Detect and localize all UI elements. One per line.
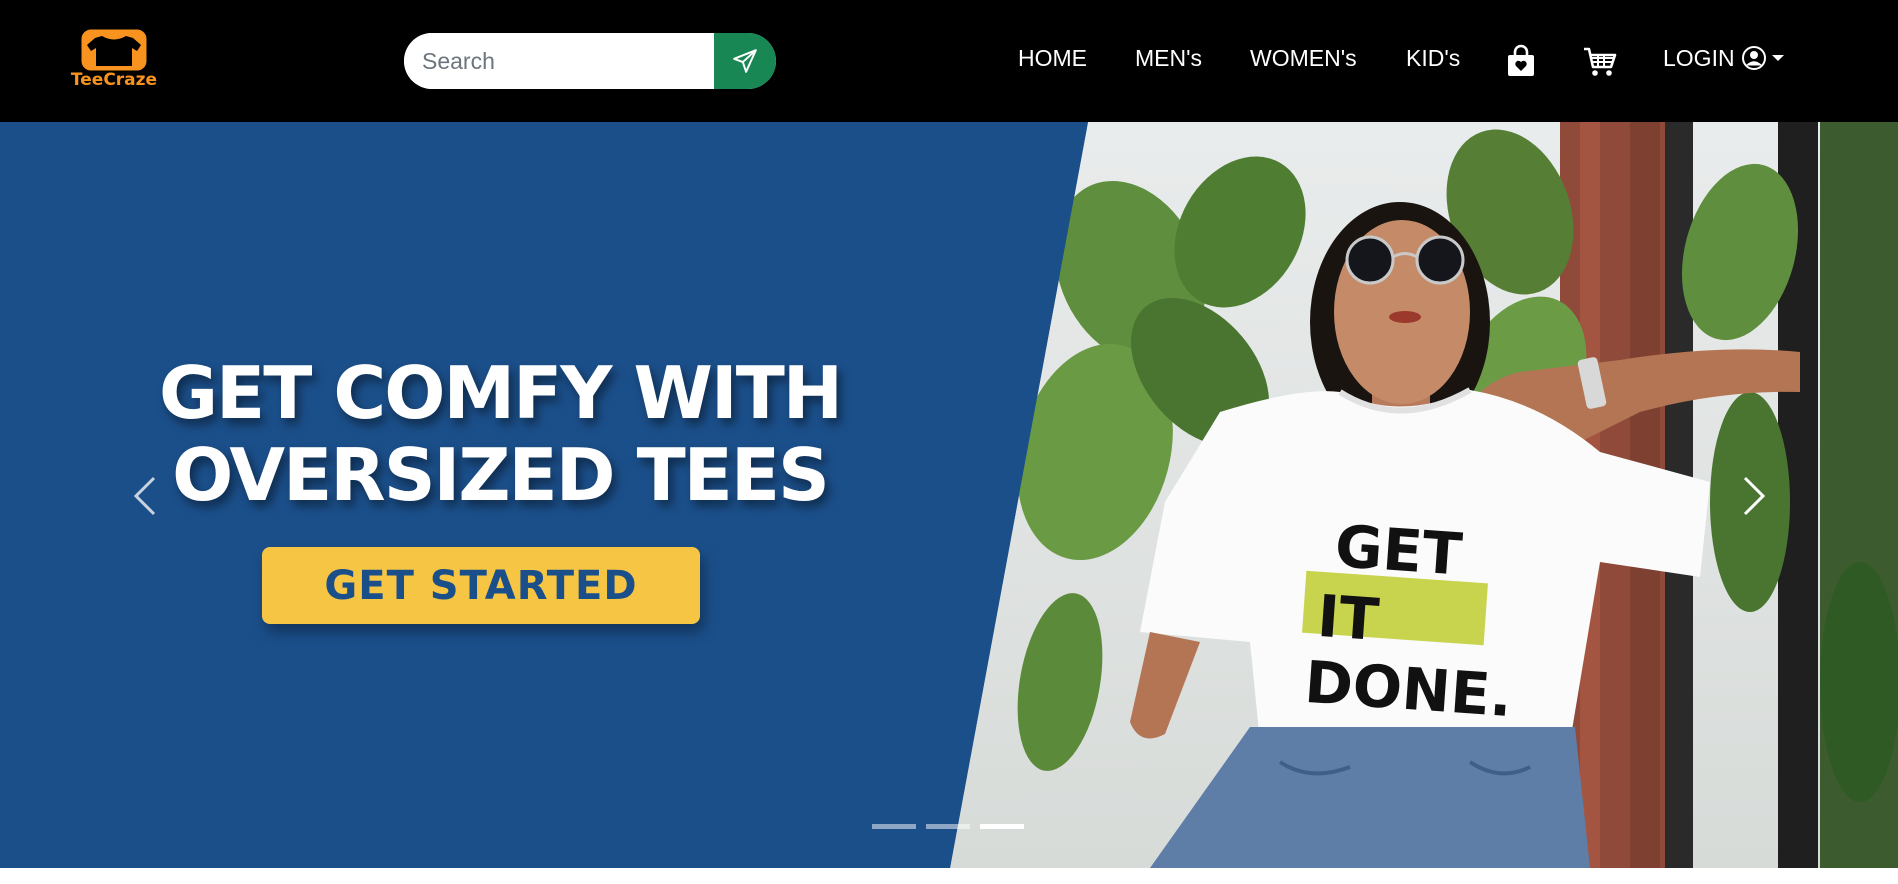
- carousel-indicator-3[interactable]: [980, 824, 1024, 829]
- send-icon: [733, 49, 757, 73]
- brand-name: TeeCraze: [70, 70, 158, 90]
- brand-logo[interactable]: TeeCraze: [62, 28, 166, 90]
- search-button[interactable]: [714, 33, 776, 89]
- nav-kids[interactable]: KID's: [1406, 44, 1460, 72]
- search-bar: [404, 33, 776, 89]
- nav-mens[interactable]: MEN's: [1135, 44, 1202, 72]
- nav-womens[interactable]: WOMEN's: [1250, 44, 1357, 72]
- cart-icon[interactable]: [1583, 46, 1617, 78]
- hero-headline-line-2: OVERSIZED TEES: [172, 433, 830, 517]
- search-input[interactable]: [404, 33, 714, 89]
- carousel-prev-icon[interactable]: [124, 466, 164, 526]
- shirt-text-3: DONE.: [1302, 648, 1514, 730]
- shopping-bag-icon[interactable]: [1505, 44, 1537, 78]
- caret-down-icon: [1771, 55, 1784, 61]
- shirt-text-1: GET: [1333, 512, 1465, 589]
- hero-carousel: GET IT DONE. GET COMFY WITH OVERSIZED TE…: [0, 122, 1898, 868]
- get-started-button[interactable]: GET STARTED: [262, 547, 700, 624]
- shirt-text-2: IT: [1315, 582, 1381, 654]
- login-label: LOGIN: [1663, 44, 1735, 71]
- hero-headline: GET COMFY WITH OVERSIZED TEES: [120, 352, 880, 516]
- carousel-indicator-1[interactable]: [872, 824, 916, 829]
- navbar: TeeCraze HOME MEN's WOMEN's KID's LOGIN: [0, 0, 1898, 122]
- nav-home[interactable]: HOME: [1018, 44, 1087, 72]
- user-circle-icon: [1741, 46, 1766, 70]
- carousel-indicator-2[interactable]: [926, 824, 970, 829]
- login-dropdown[interactable]: LOGIN: [1663, 44, 1785, 72]
- carousel-next-icon[interactable]: [1735, 466, 1775, 526]
- hero-headline-line-1: GET COMFY WITH: [158, 351, 843, 435]
